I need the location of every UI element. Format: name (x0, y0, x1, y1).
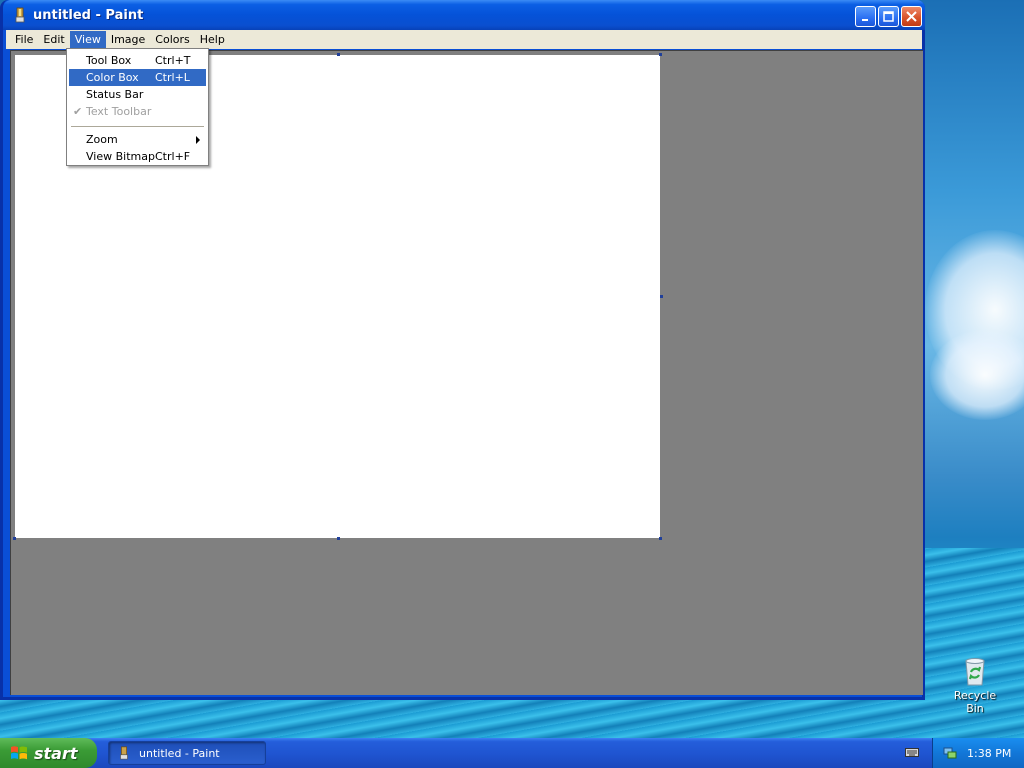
window-title: untitled - Paint (33, 8, 144, 23)
view-menu-status-bar[interactable]: Status Bar (69, 86, 206, 103)
menu-item-shortcut: Ctrl+F (155, 150, 191, 163)
menu-item-label: Text Toolbar (86, 105, 152, 118)
menu-item-label: Zoom (86, 133, 118, 146)
checkmark-icon: ✔ (73, 105, 83, 118)
taskbar-button-paint[interactable]: untitled - Paint (108, 741, 266, 765)
menu-file[interactable]: File (10, 31, 38, 49)
taskbar: start untitled - Paint 1:38 PM (0, 738, 1024, 768)
menu-view[interactable]: View (69, 30, 106, 49)
view-menu-text-toolbar[interactable]: ✔ Text Toolbar (69, 103, 206, 120)
maximize-button[interactable] (878, 6, 899, 27)
view-menu-color-box[interactable]: Color Box Ctrl+L (69, 69, 206, 86)
minimize-button[interactable] (855, 6, 876, 27)
menu-item-shortcut: Ctrl+L (155, 71, 190, 84)
paint-app-icon (15, 7, 25, 23)
system-tray: 1:38 PM (932, 738, 1024, 768)
taskbar-button-label: untitled - Paint (139, 746, 220, 760)
start-label: start (34, 743, 78, 763)
recycle-bin-label: Recycle Bin (953, 689, 997, 715)
menu-item-label: Color Box (86, 71, 139, 84)
taskbar-clock[interactable]: 1:38 PM (967, 747, 1011, 760)
menu-bar: File Edit View Image Colors Help (6, 30, 922, 49)
view-menu-zoom[interactable]: Zoom (69, 131, 206, 148)
paint-app-icon (120, 746, 128, 760)
menu-item-label: Status Bar (86, 88, 144, 101)
network-icon[interactable] (943, 746, 957, 760)
view-menu-dropdown: Tool Box Ctrl+T Color Box Ctrl+L Status … (66, 48, 209, 166)
maximize-icon (883, 11, 894, 22)
menu-help[interactable]: Help (195, 31, 230, 49)
windows-logo-icon (11, 746, 27, 760)
resize-handle-bottom-left[interactable] (13, 537, 16, 540)
resize-handle-top-mid[interactable] (337, 53, 340, 56)
menu-image[interactable]: Image (106, 31, 150, 49)
submenu-arrow-icon (196, 136, 200, 144)
view-menu-tool-box[interactable]: Tool Box Ctrl+T (69, 52, 206, 69)
menu-colors[interactable]: Colors (150, 31, 194, 49)
minimize-icon (861, 18, 868, 21)
sky-cloud (930, 330, 1024, 420)
menu-edit[interactable]: Edit (38, 31, 69, 49)
close-icon (906, 11, 917, 22)
menu-item-shortcut: Ctrl+T (155, 54, 191, 67)
menu-item-label: Tool Box (86, 54, 132, 67)
resize-handle-bottom-right[interactable] (659, 537, 662, 540)
resize-handle-mid-right[interactable] (660, 295, 663, 298)
start-button[interactable]: start (0, 738, 97, 768)
menu-item-label: View Bitmap (86, 150, 155, 163)
close-button[interactable] (901, 6, 922, 27)
recycle-bin-shortcut[interactable]: Recycle Bin (945, 655, 1005, 715)
resize-handle-bottom-mid[interactable] (337, 537, 340, 540)
title-bar[interactable]: untitled - Paint (3, 0, 925, 30)
resize-handle-top-right[interactable] (659, 53, 662, 56)
view-menu-view-bitmap[interactable]: View Bitmap Ctrl+F (69, 148, 206, 165)
menu-separator (71, 126, 204, 127)
keyboard-icon[interactable] (905, 746, 919, 758)
recycle-bin-icon (965, 658, 985, 686)
